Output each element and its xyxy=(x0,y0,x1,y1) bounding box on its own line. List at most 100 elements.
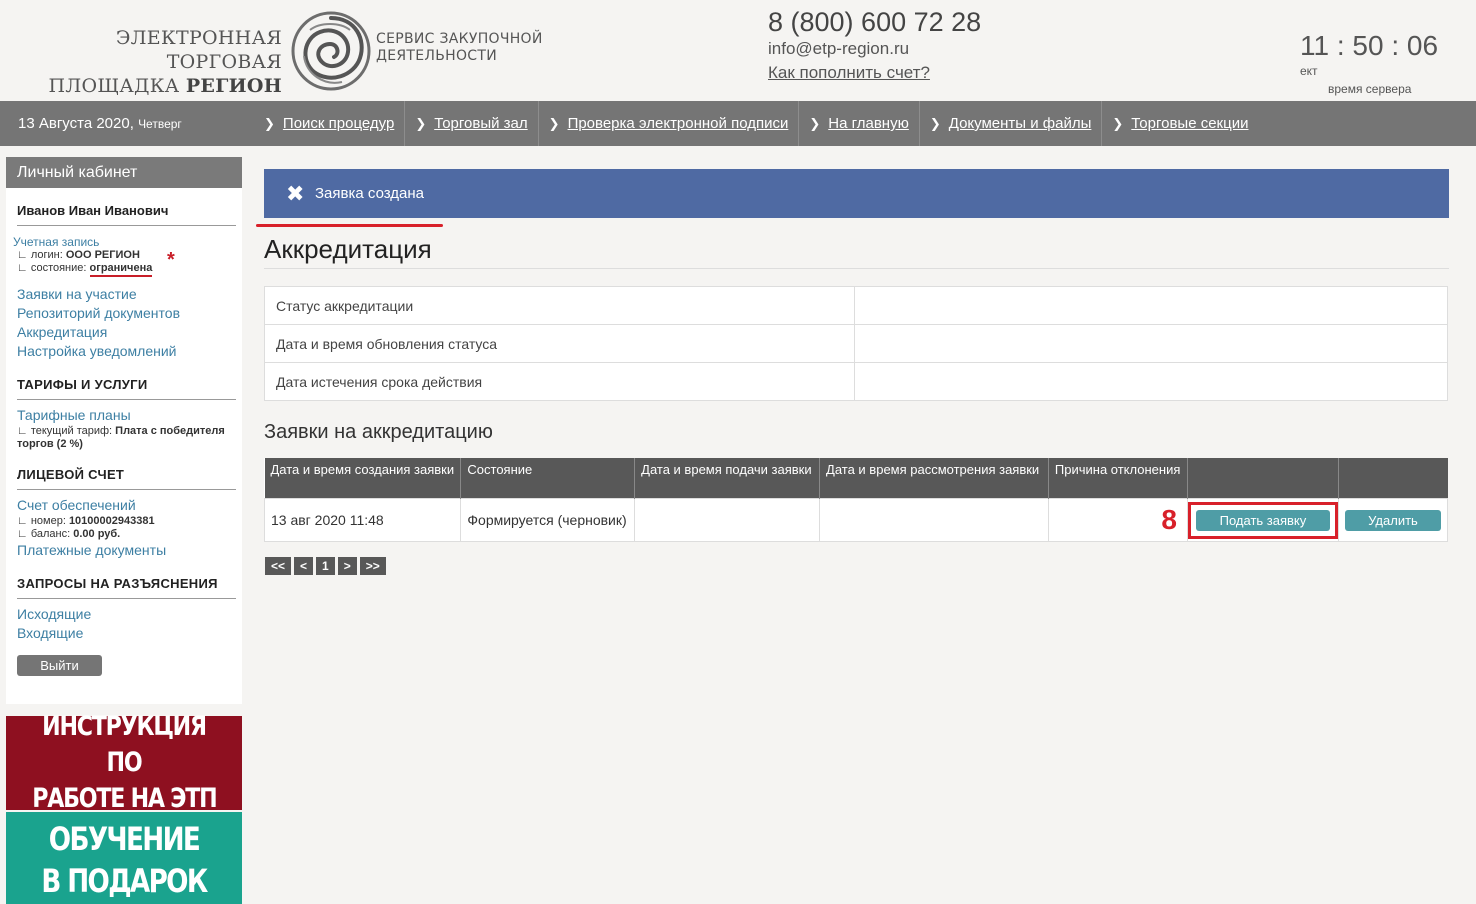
column-header-submitted: Дата и время подачи заявки xyxy=(634,458,821,499)
sidebar-link-incoming[interactable]: Входящие xyxy=(17,624,242,643)
chevron-right-icon: ❯ xyxy=(415,115,427,131)
balance-value: 0.00 руб. xyxy=(73,528,121,540)
sidebar-link-notification-settings[interactable]: Настройка уведомлений xyxy=(17,342,242,361)
chevron-right-icon: ❯ xyxy=(264,115,275,131)
divider xyxy=(264,268,1449,269)
column-header-reason: Причина отклонения xyxy=(1048,458,1188,499)
chevron-right-icon: ❯ xyxy=(1112,115,1124,131)
sidebar-link-payment-documents[interactable]: Платежные документы xyxy=(17,541,242,560)
column-header-delete xyxy=(1338,458,1448,499)
sidebar-link-tariff-plans[interactable]: Тарифные планы xyxy=(17,406,242,425)
requests-title: Заявки на аккредитацию xyxy=(264,421,493,443)
step-marker: 8 xyxy=(1161,504,1177,535)
balance-label: ∟ баланс: xyxy=(17,528,71,540)
howto-topup-link[interactable]: Как пополнить счет? xyxy=(768,63,930,82)
banner-line: ИНСТРУКЦИЯ ПО xyxy=(42,711,207,778)
logo-swirl-icon[interactable] xyxy=(290,10,372,92)
number-value: 10100002943381 xyxy=(68,515,155,527)
nav-item-documents[interactable]: ❯ Документы и файлы xyxy=(920,101,1103,146)
state-value: ограничена xyxy=(89,262,153,277)
sidebar-link-document-repository[interactable]: Репозиторий документов xyxy=(17,304,242,323)
nav-item-home[interactable]: ❯ На главную xyxy=(799,101,920,146)
email-address: info@etp-region.ru xyxy=(768,39,910,58)
status-label: Статус аккредитации xyxy=(264,286,855,325)
account-number: ∟ номер: 10100002943381 xyxy=(17,515,242,528)
sidebar-link-accreditation[interactable]: Аккредитация xyxy=(17,323,242,342)
page-title: Аккредитация xyxy=(264,234,432,264)
column-header-reviewed: Дата и время рассмотрения заявки xyxy=(819,458,1049,499)
nav-date: 13 Августа 2020, Четверг xyxy=(18,115,182,132)
cell-delete: Удалить xyxy=(1338,498,1448,542)
nav-item-label: Проверка электронной подписи xyxy=(567,115,789,132)
submit-request-button[interactable]: Подать заявку xyxy=(1195,509,1330,531)
table-row: 13 авг 2020 11:48 Формируется (черновик)… xyxy=(263,498,1448,542)
account-balance: ∟ баланс: 0.00 руб. xyxy=(17,528,242,541)
nav-menu: ❯ Поиск процедур ❯ Торговый зал ❯ Проверка … xyxy=(254,101,1258,146)
header: ЭЛЕКТРОННАЯ ТОРГОВАЯ ПЛОЩАДКА РЕГИОН СЕР… xyxy=(0,0,1476,101)
account-link[interactable]: Учетная запись xyxy=(13,235,242,249)
highlight-box: Подать заявку xyxy=(1187,501,1338,539)
pager-first-button[interactable]: << xyxy=(265,557,292,575)
server-clock: 11 : 50 : 06 ект время сервера xyxy=(1300,30,1460,96)
user-name: Иванов Иван Иванович xyxy=(17,203,169,218)
asterisk-icon: * xyxy=(167,249,175,271)
instructions-banner[interactable]: ИНСТРУКЦИЯ ПО РАБОТЕ НА ЭТП xyxy=(6,711,242,814)
pager-next-button[interactable]: > xyxy=(337,557,357,575)
login-info: ∟ логин: ООО РЕГИОН xyxy=(17,249,242,262)
logout-button[interactable]: Выйти xyxy=(17,655,102,676)
login-label: ∟ логин: xyxy=(17,249,63,261)
logo-line-2b: РЕГИОН xyxy=(185,75,282,97)
status-value xyxy=(854,286,1448,325)
sidebar-link-deposit-account[interactable]: Счет обеспечений xyxy=(17,496,242,515)
phone-number: 8 (800) 600 72 28 xyxy=(768,7,982,37)
tariff-label: ∟ текущий тариф: xyxy=(17,425,113,437)
table-row: Статус аккредитации xyxy=(264,286,1448,325)
nav-item-signature-check[interactable]: ❯ Проверка электронной подписи xyxy=(539,101,800,146)
training-banner[interactable]: ОБУЧЕНИЕ В ПОДАРОК xyxy=(6,812,242,904)
nav-item-search-procedures[interactable]: ❯ Поиск процедур xyxy=(254,101,406,146)
login-value: ООО РЕГИОН xyxy=(65,249,140,261)
delete-request-button[interactable]: Удалить xyxy=(1345,509,1441,531)
pager-last-button[interactable]: >> xyxy=(359,557,386,575)
chevron-right-icon: ❯ xyxy=(809,115,821,131)
close-icon[interactable]: ✖ xyxy=(286,181,304,207)
server-timezone: ект xyxy=(1300,64,1318,78)
tariffs-section-title: ТАРИФЫ И УСЛУГИ xyxy=(17,377,148,392)
sidebar-link-outgoing[interactable]: Исходящие xyxy=(17,605,242,624)
cell-reviewed xyxy=(819,498,1049,542)
table-header-row: Дата и время создания заявки Состояние Д… xyxy=(264,458,1448,499)
pager-prev-button[interactable]: < xyxy=(294,557,314,575)
pager-page-1-button[interactable]: 1 xyxy=(316,557,335,575)
logo-line-2a: ПЛОЩАДКА xyxy=(48,75,186,97)
cell-state: Формируется (черновик) xyxy=(460,498,636,542)
sidebar-link-participation-requests[interactable]: Заявки на участие xyxy=(17,285,242,304)
chevron-right-icon: ❯ xyxy=(929,115,941,131)
sidebar-title: Личный кабинет xyxy=(6,157,242,188)
nav-item-label: На главную xyxy=(828,115,909,132)
nav-item-label: Поиск процедур xyxy=(282,115,395,132)
expiry-value xyxy=(854,362,1448,401)
cell-reason: 8 xyxy=(1047,498,1188,542)
nav-item-trading-sections[interactable]: ❯ Торговые секции xyxy=(1102,101,1258,146)
divider xyxy=(17,598,236,599)
logo-line-2: ПЛОЩАДКА РЕГИОН xyxy=(30,74,282,98)
column-header-submit xyxy=(1187,458,1340,499)
pagination: << < 1 > >> xyxy=(265,557,386,575)
sidebar-cabinet: Личный кабинет Иванов Иван Иванович Учет… xyxy=(6,157,242,704)
number-label: ∟ номер: xyxy=(17,515,66,527)
banner-line: В ПОДАРОК xyxy=(41,862,208,900)
top-navbar: 13 Августа 2020, Четверг ❯ Поиск процедур… xyxy=(0,101,1476,146)
expiry-label: Дата истечения срока действия xyxy=(264,362,855,401)
accreditation-requests-table: Дата и время создания заявки Состояние Д… xyxy=(263,458,1448,542)
divider xyxy=(17,225,236,226)
accreditation-status-table: Статус аккредитации Дата и время обновле… xyxy=(264,286,1448,401)
status-updated-value xyxy=(854,324,1448,363)
logo-line-1: ЭЛЕКТРОННАЯ ТОРГОВАЯ xyxy=(115,27,282,73)
banner-line: ОБУЧЕНИЕ xyxy=(48,820,201,858)
nav-item-trading-hall[interactable]: ❯ Торговый зал xyxy=(405,101,539,146)
logo-text[interactable]: ЭЛЕКТРОННАЯ ТОРГОВАЯ ПЛОЩАДКА РЕГИОН xyxy=(30,26,282,98)
nav-item-label: Торговый зал xyxy=(434,115,528,132)
status-updated-label: Дата и время обновления статуса xyxy=(264,324,855,363)
nav-item-label: Торговые секции xyxy=(1131,115,1249,132)
column-header-created: Дата и время создания заявки xyxy=(264,458,462,499)
